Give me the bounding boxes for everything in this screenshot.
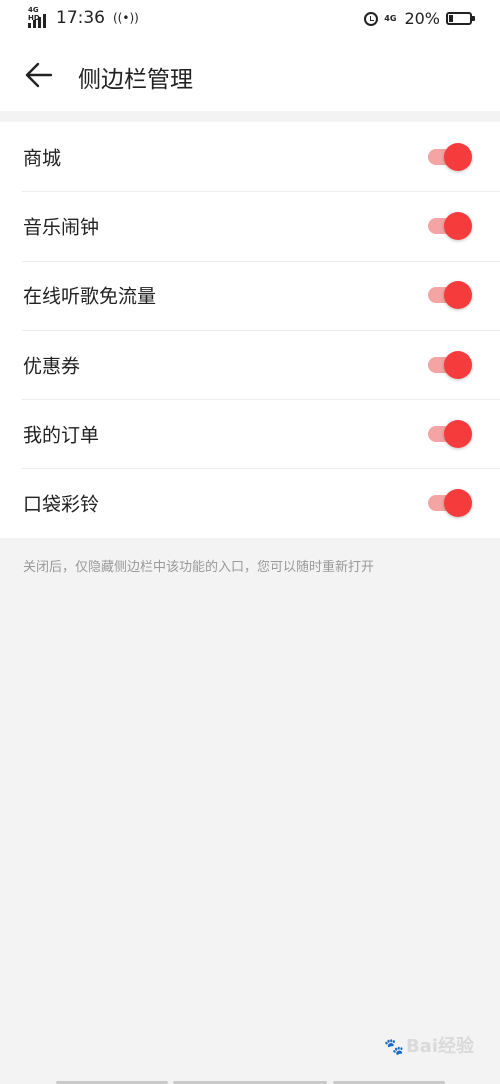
setting-row-coupons: 优惠券 bbox=[0, 329, 500, 399]
setting-row-free-streaming: 在线听歌免流量 bbox=[0, 260, 500, 330]
back-arrow-icon bbox=[25, 62, 53, 88]
title-bar: 侧边栏管理 bbox=[0, 40, 500, 111]
setting-label: 音乐闹钟 bbox=[23, 216, 100, 239]
setting-row-shop: 商城 bbox=[0, 122, 500, 191]
battery-percent: 20% bbox=[404, 9, 440, 28]
watermark-text: Bai经验 bbox=[405, 1036, 474, 1057]
status-bar: 4G HD 17:36 ((•)) 4G 20% bbox=[0, 0, 500, 40]
clock: 17:36 bbox=[56, 8, 105, 28]
mobile-data-indicator: 4G bbox=[384, 13, 397, 23]
page-title: 侧边栏管理 bbox=[78, 67, 193, 93]
setting-label: 优惠券 bbox=[23, 355, 81, 378]
toggle-shop[interactable] bbox=[426, 142, 472, 172]
setting-label: 在线听歌免流量 bbox=[23, 285, 157, 308]
back-button[interactable] bbox=[24, 60, 54, 90]
toggle-my-orders[interactable] bbox=[426, 419, 472, 449]
toggle-music-alarm[interactable] bbox=[426, 211, 472, 241]
setting-label: 口袋彩铃 bbox=[23, 493, 100, 516]
status-left: 4G HD 17:36 ((•)) bbox=[28, 6, 139, 28]
toggle-free-streaming[interactable] bbox=[426, 280, 472, 310]
toggle-coupons[interactable] bbox=[426, 350, 472, 380]
signal-icon: 4G HD bbox=[28, 6, 50, 28]
battery-icon bbox=[446, 12, 475, 25]
footer-note: 关闭后，仅隐藏侧边栏中该功能的入口，您可以随时重新打开 bbox=[23, 560, 375, 575]
toggle-pocket-ringtone[interactable] bbox=[426, 488, 472, 518]
setting-row-pocket-ringtone: 口袋彩铃 bbox=[0, 468, 500, 537]
alarm-icon bbox=[364, 11, 379, 26]
setting-label: 商城 bbox=[23, 147, 62, 170]
setting-row-music-alarm: 音乐闹钟 bbox=[0, 191, 500, 260]
paw-icon: 🐾 bbox=[384, 1037, 404, 1056]
vibrate-icon: ((•)) bbox=[113, 11, 139, 25]
setting-label: 我的订单 bbox=[23, 424, 100, 447]
settings-list: 商城 音乐闹钟 在线听歌免流量 优惠券 我的订单 口袋彩铃 bbox=[0, 122, 500, 538]
setting-row-my-orders: 我的订单 bbox=[0, 399, 500, 468]
status-right: 4G 20% bbox=[364, 9, 475, 28]
watermark: 🐾 Bai经验 bbox=[384, 1032, 474, 1058]
